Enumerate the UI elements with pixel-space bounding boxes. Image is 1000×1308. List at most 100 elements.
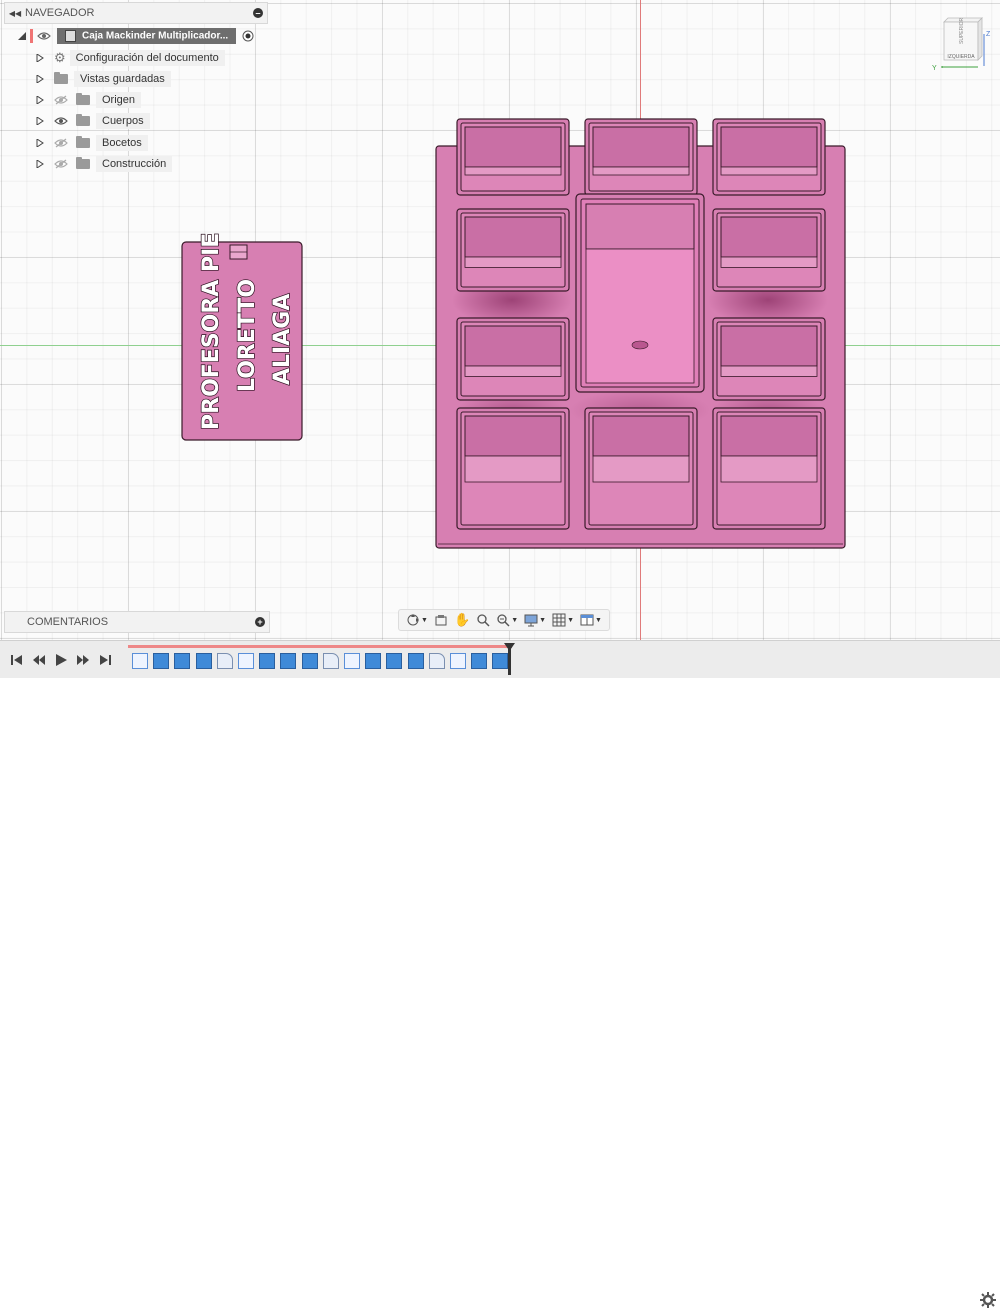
root-component-label[interactable]: Caja Mackinder Multiplicador...: [57, 28, 237, 44]
comments-title: COMENTARIOS: [27, 616, 109, 628]
look-at-icon: [435, 615, 447, 626]
nav-item-document-settings[interactable]: ⚙ Configuración del documento: [36, 49, 225, 67]
zoom-icon: [477, 614, 490, 627]
timeline-bar: [0, 640, 1000, 1308]
timeline-feature-icon[interactable]: [195, 653, 212, 669]
orbit-button[interactable]: ▼: [406, 613, 428, 627]
timeline-settings-gear-icon[interactable]: [980, 1292, 996, 1308]
go-to-start-icon[interactable]: [10, 653, 24, 667]
nav-item-label: Bocetos: [96, 135, 148, 151]
timeline-feature-icon[interactable]: [428, 653, 445, 669]
timeline-feature-icon[interactable]: [216, 653, 233, 669]
nav-item-sketches[interactable]: Bocetos: [36, 134, 148, 152]
nav-item-bodies[interactable]: Cuerpos: [36, 112, 150, 130]
name-card[interactable]: PROFESORA PIE LORETTO ALIAGA: [181, 232, 303, 441]
compartment-cell[interactable]: [712, 208, 826, 292]
nav-item-label: Cuerpos: [96, 113, 150, 129]
step-forward-icon[interactable]: [76, 653, 90, 667]
viewports-icon: [580, 614, 594, 626]
timeline-feature-icon[interactable]: [344, 653, 360, 669]
timeline-feature-icon[interactable]: [174, 653, 191, 669]
card-text-line-1: PROFESORA PIE: [199, 233, 224, 430]
nav-item-construction[interactable]: Construcción: [36, 155, 173, 173]
monitor-icon: [524, 614, 538, 627]
eye-hidden-icon[interactable]: [54, 95, 68, 105]
model-drawing[interactable]: PROFESORA PIE LORETTO ALIAGA: [0, 0, 1000, 640]
go-to-end-icon[interactable]: [98, 653, 112, 667]
folder-icon: [76, 157, 90, 169]
navigator-header[interactable]: ◀◀ NAVEGADOR –: [4, 2, 268, 24]
folder-icon: [76, 93, 90, 105]
expand-right-icon[interactable]: [36, 117, 44, 125]
orbit-icon: [407, 614, 419, 626]
compartment-cell[interactable]: [712, 118, 826, 196]
expand-right-icon[interactable]: [36, 96, 44, 104]
timeline-feature-icon[interactable]: [471, 653, 488, 669]
compartment-cell[interactable]: [584, 118, 698, 196]
timeline-feature-icon[interactable]: [132, 653, 148, 669]
compartment-cell[interactable]: [456, 407, 570, 530]
timeline-feature-icon[interactable]: [407, 653, 424, 669]
nav-item-saved-views[interactable]: Vistas guardadas: [36, 70, 171, 88]
collapse-panel-icon[interactable]: ◀◀: [5, 9, 25, 18]
display-settings-button[interactable]: ▼: [524, 613, 546, 627]
step-back-icon[interactable]: [32, 653, 46, 667]
timeline-feature-icon[interactable]: [301, 653, 318, 669]
timeline-feature-icon[interactable]: [153, 653, 170, 669]
folder-icon: [76, 136, 90, 148]
timeline-feature-icon[interactable]: [259, 653, 276, 669]
expand-down-icon[interactable]: [18, 32, 26, 40]
minimize-icon[interactable]: –: [249, 8, 267, 18]
eye-icon[interactable]: [54, 116, 68, 126]
compartment-cell[interactable]: [456, 118, 570, 196]
compartment-cell[interactable]: [712, 317, 826, 401]
viewcube-front-label[interactable]: IZQUIERDA: [947, 54, 975, 60]
timeline-feature-icon[interactable]: [365, 653, 382, 669]
compartment-cell[interactable]: [712, 407, 826, 530]
navigator-root[interactable]: Caja Mackinder Multiplicador...: [18, 27, 254, 45]
center-compartment[interactable]: [575, 193, 705, 393]
nav-item-label: Configuración del documento: [69, 50, 225, 66]
eye-hidden-icon[interactable]: [54, 159, 68, 169]
compartment-cell[interactable]: [584, 407, 698, 530]
compartment-cell[interactable]: [456, 208, 570, 292]
timeline-feature-icon[interactable]: [492, 653, 509, 669]
expand-right-icon[interactable]: [36, 75, 44, 83]
timeline-progress: [128, 645, 512, 648]
viewports-button[interactable]: ▼: [580, 613, 602, 627]
card-text-line-3: ALIAGA: [270, 294, 295, 385]
timeline-feature-icon[interactable]: [280, 653, 297, 669]
timeline-feature-icon[interactable]: [322, 653, 339, 669]
timeline-feature-icon[interactable]: [238, 653, 254, 669]
timeline-marker[interactable]: [508, 643, 511, 675]
axis-y-label: Y: [932, 65, 937, 72]
root-label-text: Caja Mackinder Multiplicador...: [82, 30, 229, 42]
timeline-feature-icon[interactable]: [450, 653, 466, 669]
zoom-button[interactable]: [476, 613, 490, 627]
grid-settings-button[interactable]: ▼: [552, 613, 574, 627]
folder-icon: [76, 114, 90, 126]
view-cube[interactable]: IZQUIERDA SUPERIOR Z Y: [930, 14, 994, 74]
canvas-viewport[interactable]: PROFESORA PIE LORETTO ALIAGA: [0, 0, 1000, 640]
fit-button[interactable]: ▼: [496, 613, 518, 627]
compartment-cell[interactable]: [456, 317, 570, 401]
navigation-toolbar: ▼ ✋ ▼ ▼ ▼ ▼: [398, 609, 610, 631]
expand-right-icon[interactable]: [36, 139, 44, 147]
timeline-feature-icon[interactable]: [386, 653, 403, 669]
radio-activate-icon[interactable]: [242, 30, 254, 42]
play-icon[interactable]: [54, 653, 68, 667]
add-comment-icon[interactable]: +: [251, 617, 269, 627]
viewcube-top-label[interactable]: SUPERIOR: [959, 17, 965, 44]
comments-panel[interactable]: COMENTARIOS +: [4, 611, 270, 633]
eye-hidden-icon[interactable]: [54, 138, 68, 148]
nav-item-origin[interactable]: Origen: [36, 91, 142, 109]
nav-item-label: Vistas guardadas: [74, 71, 171, 87]
eye-icon[interactable]: [37, 31, 51, 41]
expand-right-icon[interactable]: [36, 160, 44, 168]
card-text-line-2: LORETTO: [235, 279, 260, 392]
expand-right-icon[interactable]: [36, 54, 44, 62]
look-at-button[interactable]: [434, 613, 448, 627]
pan-button[interactable]: ✋: [454, 612, 470, 628]
folder-icon: [54, 72, 68, 84]
timeline-track[interactable]: [128, 645, 512, 675]
